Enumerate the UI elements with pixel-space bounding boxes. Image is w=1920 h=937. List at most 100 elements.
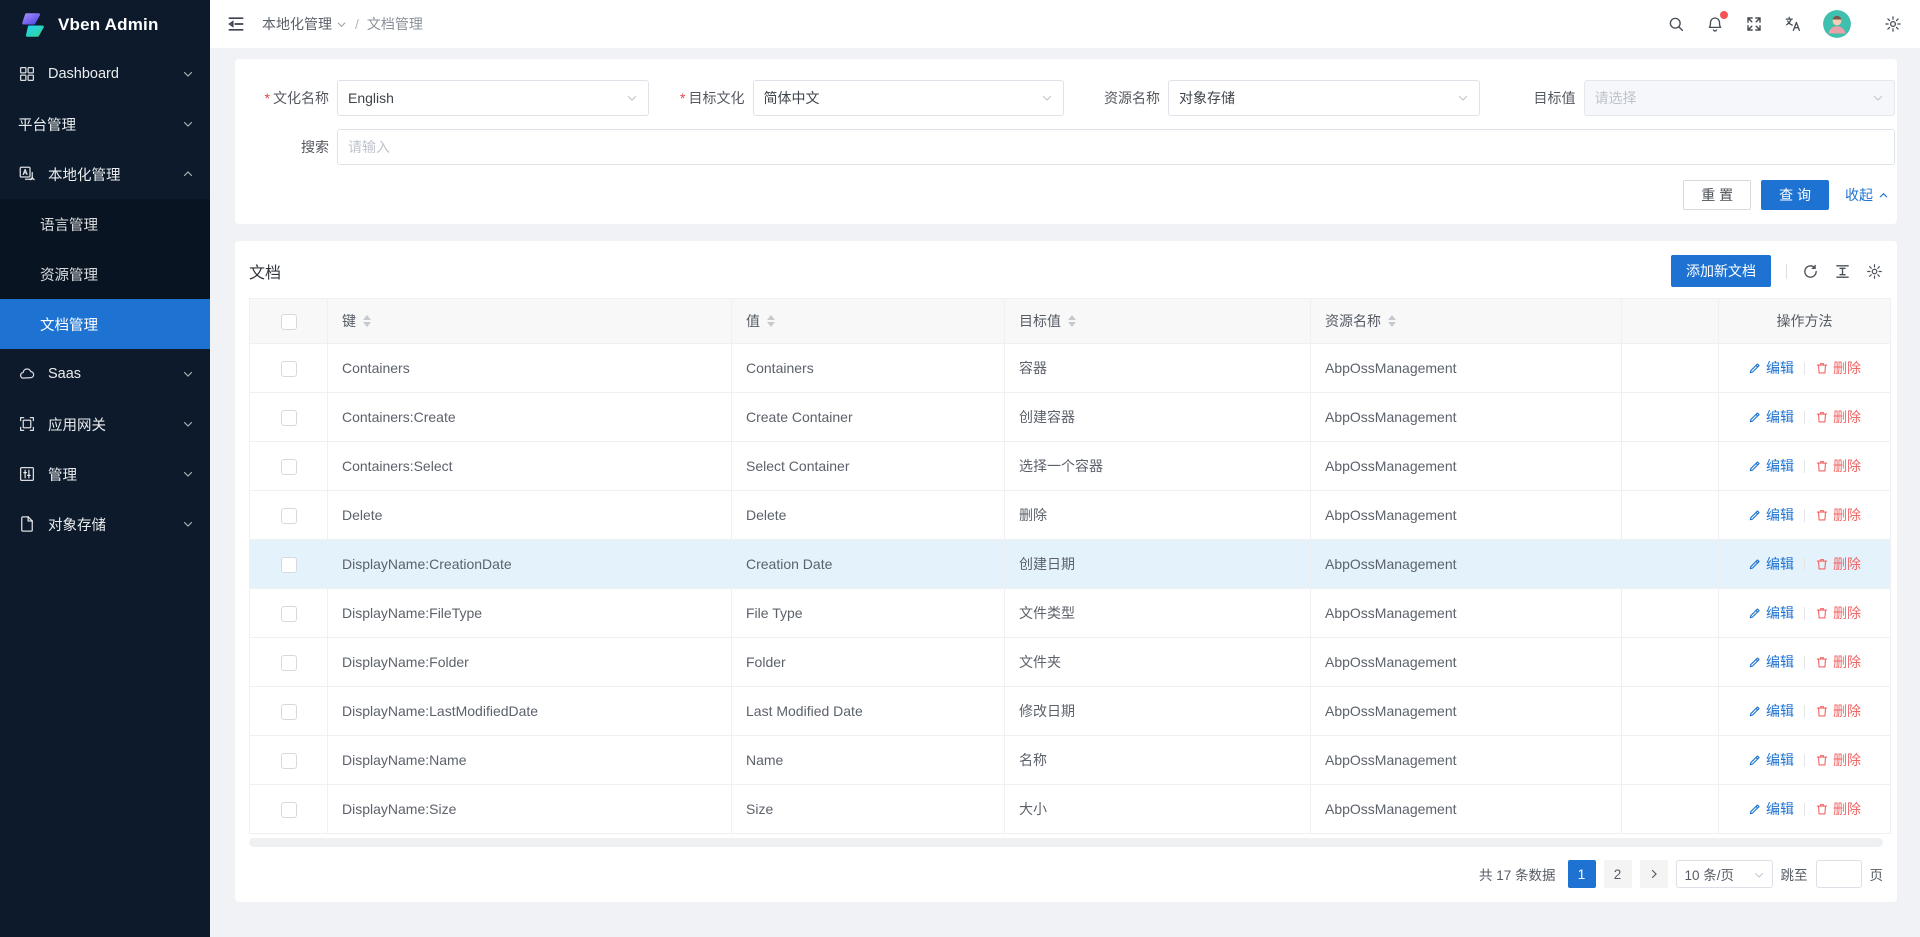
row-checkbox[interactable] bbox=[281, 410, 297, 426]
cell-target: 文件类型 bbox=[1005, 589, 1311, 638]
refresh-icon[interactable] bbox=[1802, 263, 1819, 280]
page-button-1[interactable]: 1 bbox=[1568, 860, 1596, 888]
delete-button[interactable]: 删除 bbox=[1815, 407, 1861, 427]
reset-button[interactable]: 重 置 bbox=[1683, 180, 1751, 210]
search-input[interactable]: 请输入 bbox=[337, 129, 1895, 165]
edit-button[interactable]: 编辑 bbox=[1748, 603, 1794, 623]
sidebar-item-1[interactable]: 平台管理 bbox=[0, 99, 210, 149]
field-select-3[interactable]: 请选择 bbox=[1584, 80, 1896, 116]
row-checkbox[interactable] bbox=[281, 361, 297, 377]
avatar[interactable] bbox=[1823, 10, 1851, 38]
sort-icon[interactable] bbox=[1388, 315, 1396, 327]
chevron-down-icon bbox=[336, 19, 347, 30]
field-select-2[interactable]: 对象存储 bbox=[1168, 80, 1480, 116]
cell-target: 删除 bbox=[1005, 491, 1311, 540]
row-checkbox[interactable] bbox=[281, 655, 297, 671]
edit-button[interactable]: 编辑 bbox=[1748, 750, 1794, 770]
field-select-0[interactable]: English bbox=[337, 80, 649, 116]
column-header-1[interactable]: 值 bbox=[732, 299, 1005, 344]
sidebar-collapse-icon[interactable] bbox=[226, 14, 246, 34]
settings-gear-icon[interactable] bbox=[1884, 15, 1902, 33]
cell-resource: AbpOssManagement bbox=[1311, 393, 1622, 442]
sidebar-subitem-2-1[interactable]: 资源管理 bbox=[0, 249, 210, 299]
field-label: 资源名称 bbox=[1066, 88, 1168, 108]
edit-button[interactable]: 编辑 bbox=[1748, 652, 1794, 672]
sidebar-item-0[interactable]: Dashboard bbox=[0, 49, 210, 99]
row-checkbox[interactable] bbox=[281, 508, 297, 524]
cell-key: DisplayName:Folder bbox=[328, 638, 732, 687]
notification-badge bbox=[1720, 11, 1728, 19]
sidebar-item-3[interactable]: Saas bbox=[0, 349, 210, 399]
next-page-button[interactable] bbox=[1640, 860, 1668, 888]
sidebar-item-4[interactable]: 应用网关 bbox=[0, 399, 210, 449]
horizontal-scrollbar[interactable] bbox=[249, 838, 1883, 847]
edit-button[interactable]: 编辑 bbox=[1748, 799, 1794, 819]
sidebar-item-5[interactable]: 管理 bbox=[0, 449, 210, 499]
column-setting-gear-icon[interactable] bbox=[1866, 263, 1883, 280]
dashboard-icon bbox=[18, 65, 36, 83]
field-select-1[interactable]: 简体中文 bbox=[753, 80, 1065, 116]
action-divider bbox=[1804, 558, 1805, 571]
page-size-select[interactable]: 10 条/页 bbox=[1676, 860, 1773, 888]
row-checkbox[interactable] bbox=[281, 459, 297, 475]
edit-button[interactable]: 编辑 bbox=[1748, 407, 1794, 427]
sidebar-subitem-2-0[interactable]: 语言管理 bbox=[0, 199, 210, 249]
breadcrumb-item-current: 文档管理 bbox=[367, 14, 423, 34]
delete-button[interactable]: 删除 bbox=[1815, 358, 1861, 378]
file-icon bbox=[18, 515, 36, 533]
select-all-checkbox[interactable] bbox=[281, 314, 297, 330]
table-row-1: Containers:CreateCreate Container创建容器Abp… bbox=[250, 393, 1891, 442]
bell-icon[interactable] bbox=[1706, 15, 1724, 33]
sort-icon[interactable] bbox=[363, 315, 371, 327]
sidebar-subitem-2-2[interactable]: 文档管理 bbox=[0, 299, 210, 349]
sort-icon[interactable] bbox=[1068, 315, 1076, 327]
collapse-filter-link[interactable]: 收起 bbox=[1845, 185, 1889, 205]
filter-field-1: *目标文化简体中文 bbox=[651, 80, 1067, 116]
search-icon[interactable] bbox=[1667, 15, 1685, 33]
row-checkbox[interactable] bbox=[281, 606, 297, 622]
delete-button[interactable]: 删除 bbox=[1815, 652, 1861, 672]
logo[interactable]: Vben Admin bbox=[0, 0, 210, 49]
delete-button[interactable]: 删除 bbox=[1815, 603, 1861, 623]
row-height-icon[interactable] bbox=[1834, 263, 1851, 280]
delete-button[interactable]: 删除 bbox=[1815, 505, 1861, 525]
edit-button[interactable]: 编辑 bbox=[1748, 505, 1794, 525]
edit-button[interactable]: 编辑 bbox=[1748, 358, 1794, 378]
table-row-2: Containers:SelectSelect Container选择一个容器A… bbox=[250, 442, 1891, 491]
row-checkbox[interactable] bbox=[281, 753, 297, 769]
row-checkbox[interactable] bbox=[281, 557, 297, 573]
translate-icon[interactable] bbox=[1784, 15, 1802, 33]
chevron-up-icon bbox=[1878, 190, 1889, 201]
delete-button[interactable]: 删除 bbox=[1815, 456, 1861, 476]
action-divider bbox=[1804, 607, 1805, 620]
cell-resource: AbpOssManagement bbox=[1311, 589, 1622, 638]
sidebar-item-6[interactable]: 对象存储 bbox=[0, 499, 210, 549]
column-header-2[interactable]: 目标值 bbox=[1005, 299, 1311, 344]
cell-value: Containers bbox=[732, 344, 1005, 393]
sort-icon[interactable] bbox=[767, 315, 775, 327]
cell-empty bbox=[1622, 785, 1719, 834]
cell-resource: AbpOssManagement bbox=[1311, 491, 1622, 540]
column-header-0[interactable]: 键 bbox=[328, 299, 732, 344]
row-checkbox[interactable] bbox=[281, 704, 297, 720]
sidebar-item-2[interactable]: 本地化管理 bbox=[0, 149, 210, 199]
jump-page-input[interactable] bbox=[1816, 860, 1862, 888]
chevron-up-icon bbox=[182, 168, 194, 180]
delete-button[interactable]: 删除 bbox=[1815, 701, 1861, 721]
delete-button[interactable]: 删除 bbox=[1815, 750, 1861, 770]
table-row-5: DisplayName:FileTypeFile Type文件类型AbpOssM… bbox=[250, 589, 1891, 638]
page-button-2[interactable]: 2 bbox=[1604, 860, 1632, 888]
fullscreen-icon[interactable] bbox=[1745, 15, 1763, 33]
row-checkbox[interactable] bbox=[281, 802, 297, 818]
edit-button[interactable]: 编辑 bbox=[1748, 456, 1794, 476]
breadcrumb-item-parent[interactable]: 本地化管理 bbox=[262, 14, 347, 34]
table-row-7: DisplayName:LastModifiedDateLast Modifie… bbox=[250, 687, 1891, 736]
add-document-button[interactable]: 添加新文档 bbox=[1671, 255, 1771, 287]
delete-button[interactable]: 删除 bbox=[1815, 554, 1861, 574]
edit-button[interactable]: 编辑 bbox=[1748, 554, 1794, 574]
query-button[interactable]: 查 询 bbox=[1761, 180, 1829, 210]
delete-button[interactable]: 删除 bbox=[1815, 799, 1861, 819]
column-header-3[interactable]: 资源名称 bbox=[1311, 299, 1622, 344]
field-label: 目标值 bbox=[1482, 88, 1584, 108]
edit-button[interactable]: 编辑 bbox=[1748, 701, 1794, 721]
